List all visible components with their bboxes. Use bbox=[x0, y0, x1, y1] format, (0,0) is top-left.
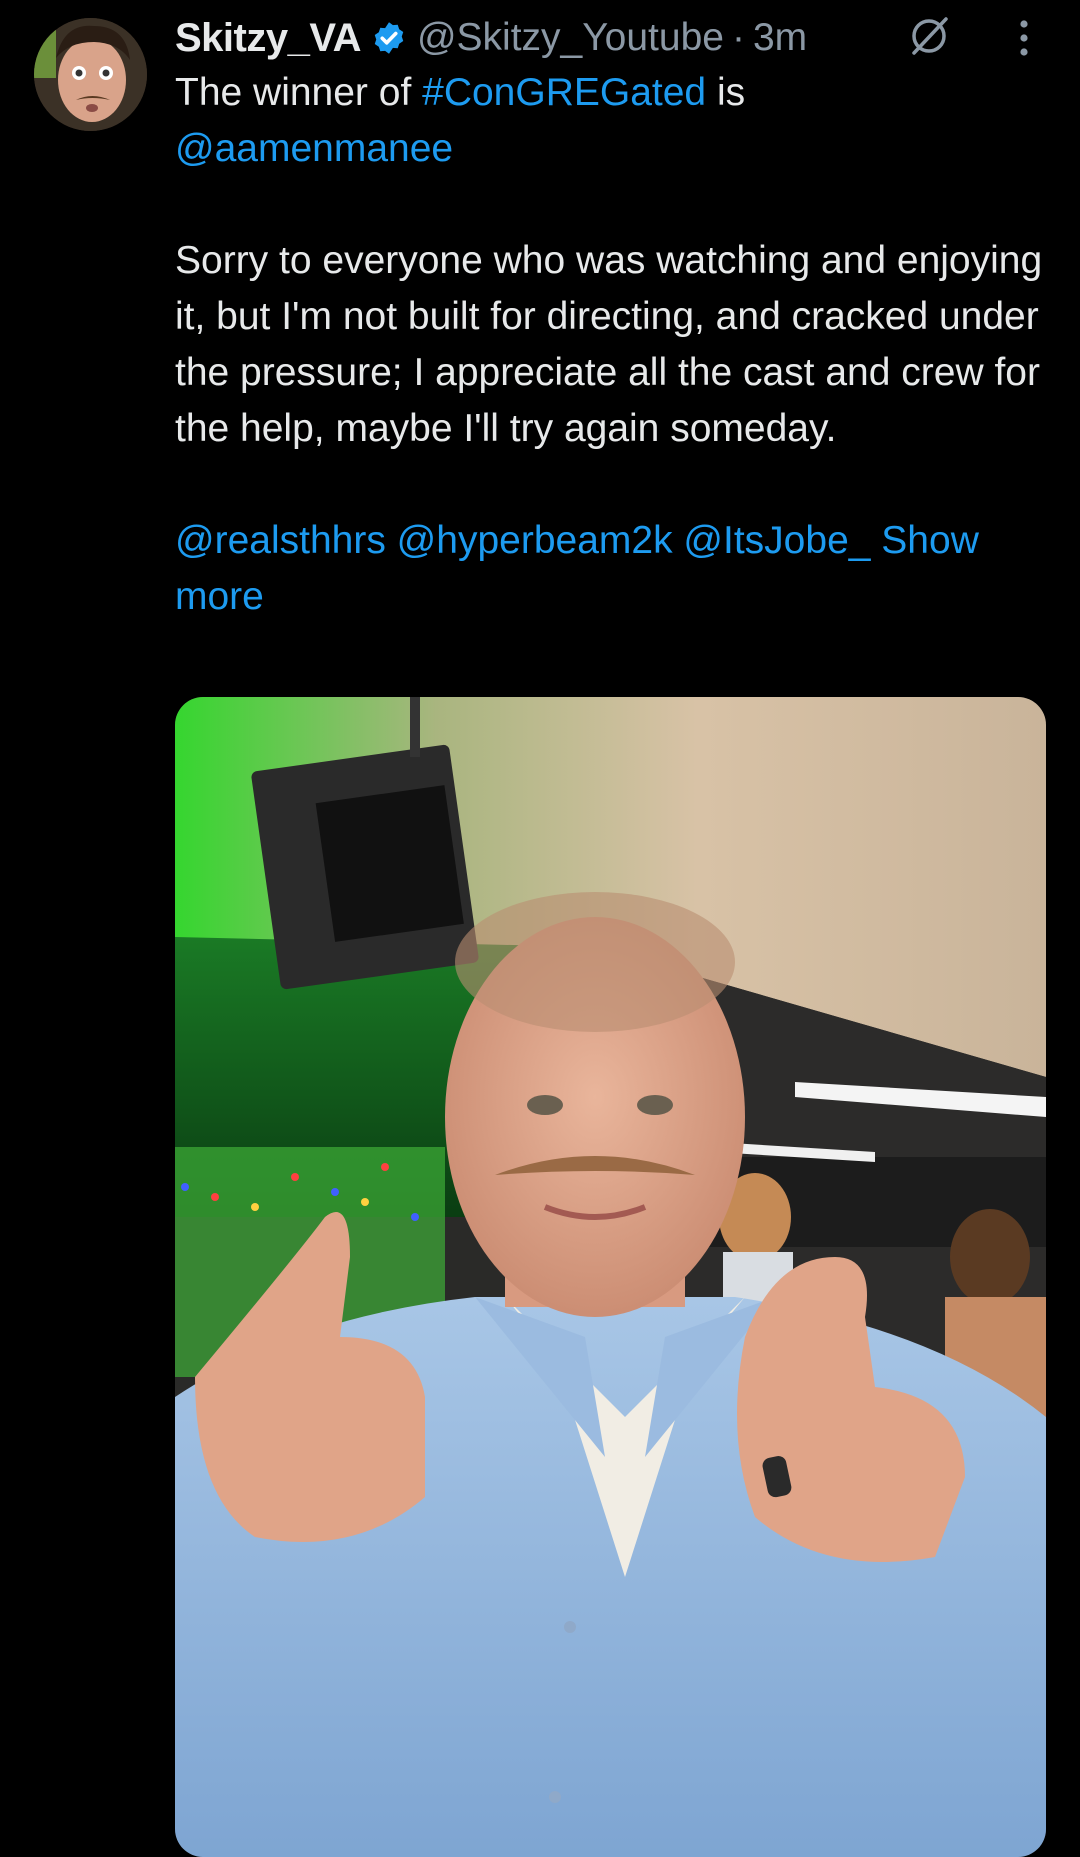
avatar-image bbox=[34, 18, 147, 131]
time-separator: · bbox=[731, 16, 745, 59]
user-handle[interactable]: @Skitzy_Youtube bbox=[417, 16, 724, 60]
mention-winner-link[interactable]: @aamenmanee bbox=[175, 127, 453, 170]
winner-suffix: is bbox=[706, 71, 746, 114]
more-options-icon[interactable] bbox=[1006, 14, 1042, 62]
timestamp[interactable]: 3m bbox=[753, 16, 807, 60]
display-name[interactable]: Skitzy_VA bbox=[175, 16, 361, 61]
avatar[interactable] bbox=[34, 18, 147, 131]
mention-link[interactable]: @hyperbeam2k bbox=[397, 519, 673, 562]
verified-badge-icon bbox=[374, 22, 404, 54]
tweet-body: Sorry to everyone who was watching and e… bbox=[175, 239, 1043, 450]
mention-link[interactable]: @ItsJobe_ bbox=[683, 519, 870, 562]
hashtag-link[interactable]: #ConGREGated bbox=[422, 71, 706, 114]
winner-prefix: The winner of bbox=[175, 71, 423, 114]
tweet-text: The winner of #ConGREGated is @aamenmane… bbox=[175, 65, 1055, 625]
mention-link[interactable]: @realsthhrs bbox=[175, 519, 386, 562]
grok-icon[interactable] bbox=[905, 12, 953, 60]
tweet-line-winner: The winner of #ConGREGated is bbox=[175, 65, 1055, 121]
tweet-mentions: @realsthhrs @hyperbeam2k @ItsJobe_ Show … bbox=[175, 513, 1055, 625]
photo-image bbox=[175, 697, 1046, 1857]
tweet-media-photo[interactable] bbox=[175, 697, 1046, 1857]
